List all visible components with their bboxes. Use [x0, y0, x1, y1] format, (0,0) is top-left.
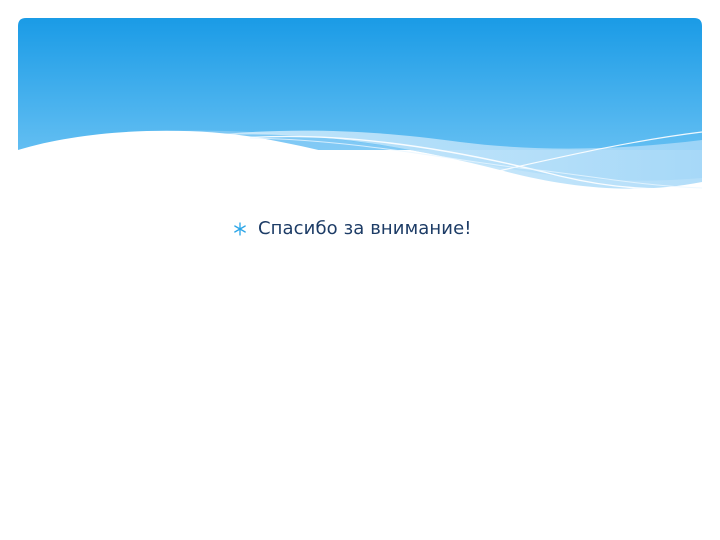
asterisk-icon	[234, 221, 246, 236]
slide: Спасибо за внимание!	[0, 0, 720, 540]
thank-you-text: Спасибо за внимание!	[258, 218, 472, 239]
header-wave-background	[18, 18, 703, 220]
sky-band	[18, 18, 702, 150]
bullet-item: Спасибо за внимание!	[232, 218, 472, 239]
